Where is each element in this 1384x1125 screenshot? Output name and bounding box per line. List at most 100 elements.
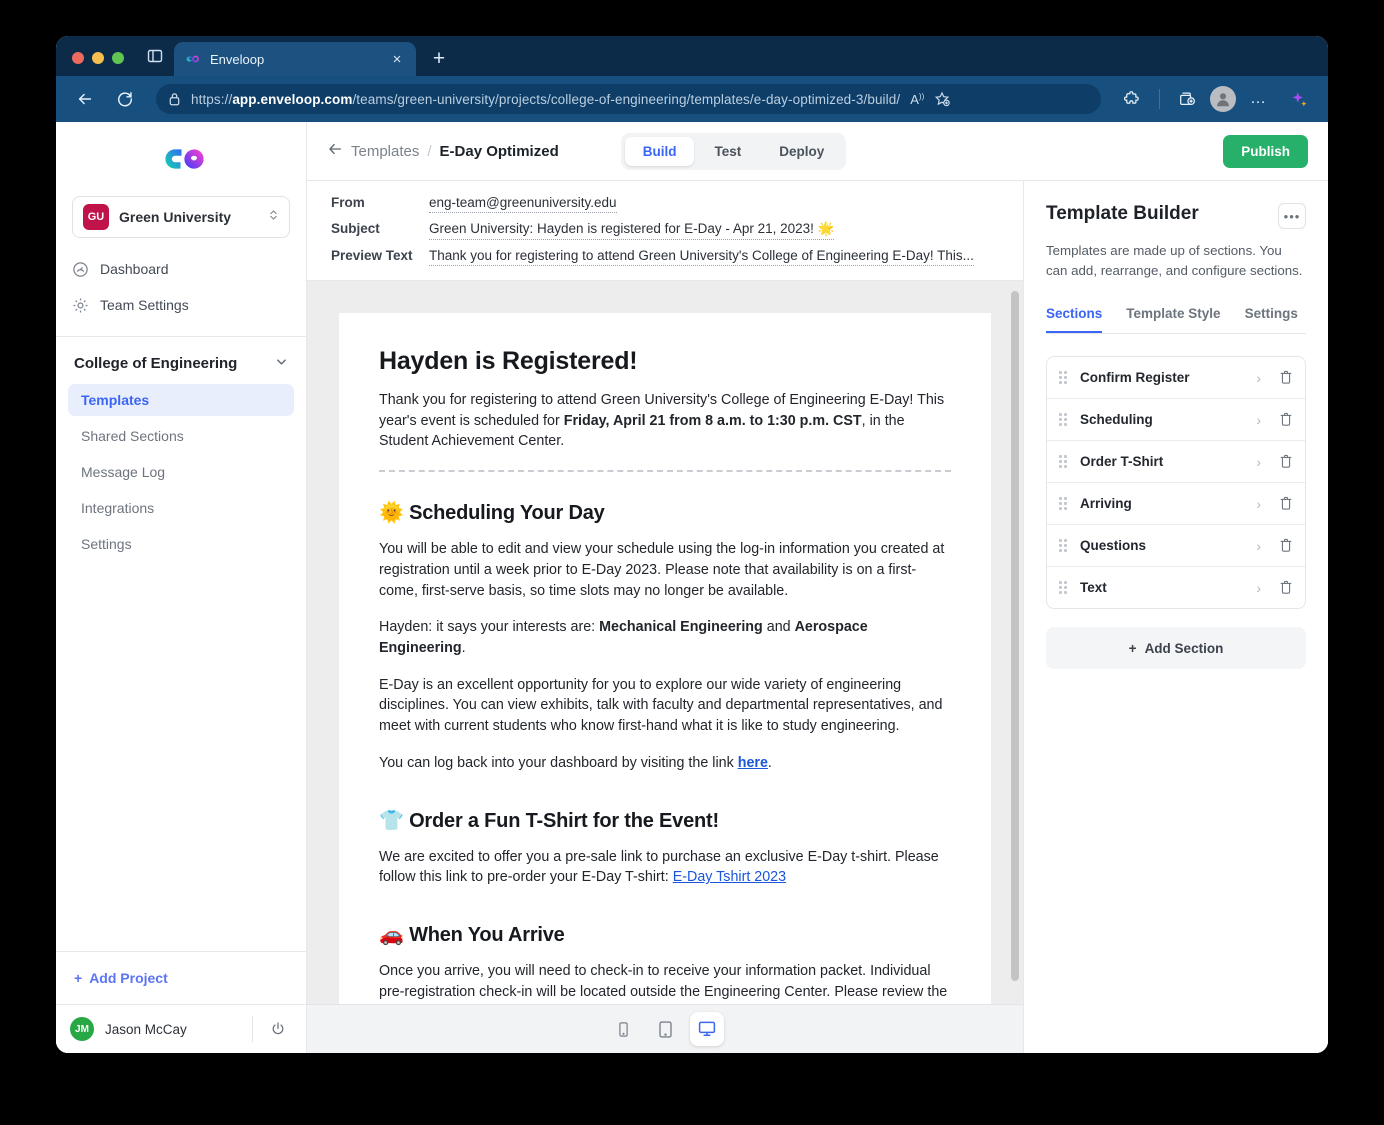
sidebar-item-templates[interactable]: Templates — [68, 384, 294, 416]
email-meta: From eng-team@greenuniversity.edu Subjec… — [307, 181, 1023, 281]
drag-handle-icon[interactable] — [1059, 454, 1068, 469]
tshirt-link[interactable]: E-Day Tshirt 2023 — [673, 869, 786, 885]
avatar: JM — [70, 1017, 94, 1041]
plus-icon: + — [74, 970, 83, 986]
close-tab-icon[interactable]: × — [388, 50, 406, 68]
close-window-button[interactable] — [72, 52, 84, 64]
tab-build[interactable]: Build — [624, 136, 695, 166]
add-favorite-icon[interactable] — [934, 91, 951, 107]
back-arrow-icon[interactable] — [68, 82, 102, 116]
from-field[interactable]: eng-team@greenuniversity.edu — [429, 195, 617, 213]
preview-scrollbar[interactable] — [1011, 291, 1019, 981]
meta-row-subject: Subject Green University: Hayden is regi… — [331, 221, 999, 240]
mode-tabs: Build Test Deploy — [620, 132, 847, 170]
tab-deploy[interactable]: Deploy — [761, 137, 842, 166]
delete-section-icon[interactable] — [1279, 370, 1293, 385]
back-arrow-icon[interactable] — [327, 141, 343, 162]
breadcrumb-parent[interactable]: Templates — [351, 143, 419, 160]
chevron-right-icon[interactable]: › — [1256, 538, 1261, 554]
sidebar-item-message-log[interactable]: Message Log — [68, 456, 294, 488]
sidebar-item-shared-sections[interactable]: Shared Sections — [68, 420, 294, 452]
preview-text-field[interactable]: Thank you for registering to attend Gree… — [429, 248, 974, 266]
collections-icon[interactable] — [1170, 82, 1204, 116]
section-label: Confirm Register — [1080, 370, 1190, 386]
minimize-window-button[interactable] — [92, 52, 104, 64]
breadcrumb-separator: / — [427, 142, 432, 160]
delete-section-icon[interactable] — [1279, 412, 1293, 427]
sidebar-item-label: Message Log — [81, 464, 166, 480]
read-aloud-icon[interactable]: A)) — [910, 92, 924, 107]
section-row-scheduling[interactable]: Scheduling › — [1047, 399, 1305, 442]
template-header: Templates / E-Day Optimized Build Test D… — [307, 122, 1328, 181]
tablet-preview-button[interactable] — [648, 1012, 682, 1046]
delete-section-icon[interactable] — [1279, 580, 1293, 595]
section-label: Arriving — [1080, 496, 1132, 512]
chevron-right-icon[interactable]: › — [1256, 412, 1261, 428]
sidebar-item-team-settings[interactable]: Team Settings — [56, 288, 306, 322]
section-label: Questions — [1080, 538, 1147, 554]
car-icon: 🚗 — [379, 922, 404, 947]
chevron-right-icon[interactable]: › — [1256, 370, 1261, 386]
browser-tab-strip: Enveloop × + — [56, 36, 1328, 76]
drag-handle-icon[interactable] — [1059, 538, 1068, 553]
drag-handle-icon[interactable] — [1059, 496, 1068, 511]
tab-sections[interactable]: Sections — [1046, 306, 1103, 334]
enveloop-logo[interactable] — [56, 122, 306, 196]
sections-list: Confirm Register › Scheduling › Order T-… — [1046, 356, 1306, 610]
add-project-button[interactable]: + Add Project — [56, 951, 306, 1004]
tab-test[interactable]: Test — [696, 137, 759, 166]
tab-settings[interactable]: Settings — [1245, 306, 1298, 333]
delete-section-icon[interactable] — [1279, 538, 1293, 553]
sidebar-item-settings[interactable]: Settings — [68, 528, 294, 560]
maximize-window-button[interactable] — [112, 52, 124, 64]
section-row-questions[interactable]: Questions › — [1047, 525, 1305, 568]
section-row-confirm-register[interactable]: Confirm Register › — [1047, 357, 1305, 400]
email-paragraph: E-Day is an excellent opportunity for yo… — [379, 676, 943, 735]
reload-icon[interactable] — [108, 82, 142, 116]
project-header[interactable]: College of Engineering — [56, 337, 306, 382]
email-section-heading-tshirt: 👕 Order a Fun T-Shirt for the Event! — [379, 807, 719, 832]
sidebar-item-integrations[interactable]: Integrations — [68, 492, 294, 524]
chevron-right-icon[interactable]: › — [1256, 580, 1261, 596]
email-editor: From eng-team@greenuniversity.edu Subjec… — [307, 181, 1024, 1053]
delete-section-icon[interactable] — [1279, 454, 1293, 469]
desktop-preview-button[interactable] — [690, 1012, 724, 1046]
preview-text-label: Preview Text — [331, 248, 413, 263]
publish-button[interactable]: Publish — [1223, 134, 1308, 168]
template-builder-panel: Template Builder ••• Templates are made … — [1024, 181, 1328, 1053]
extensions-puzzle-icon[interactable] — [1115, 82, 1149, 116]
profile-avatar-icon[interactable] — [1210, 86, 1236, 112]
power-icon[interactable] — [264, 1015, 292, 1043]
drag-handle-icon[interactable] — [1059, 370, 1068, 385]
org-switcher[interactable]: GU Green University — [72, 196, 290, 238]
browser-tab-title: Enveloop — [210, 51, 265, 67]
tab-actions-icon[interactable] — [140, 42, 170, 70]
section-row-arriving[interactable]: Arriving › — [1047, 483, 1305, 526]
section-row-text[interactable]: Text › — [1047, 567, 1305, 608]
dashboard-link[interactable]: here — [738, 755, 768, 771]
more-ellipsis-icon[interactable]: … — [1242, 82, 1276, 116]
drag-handle-icon[interactable] — [1059, 412, 1068, 427]
drag-handle-icon[interactable] — [1059, 580, 1068, 595]
tab-template-style[interactable]: Template Style — [1126, 306, 1220, 333]
section-label: Order T-Shirt — [1080, 454, 1164, 470]
copilot-sparkle-icon[interactable] — [1282, 82, 1316, 116]
subject-field[interactable]: Green University: Hayden is registered f… — [429, 221, 835, 240]
mobile-preview-button[interactable] — [606, 1012, 640, 1046]
sidebar-item-label: Templates — [81, 392, 150, 408]
device-preview-bar — [307, 1004, 1023, 1053]
user-name: Jason McCay — [105, 1021, 187, 1037]
new-tab-button[interactable]: + — [424, 43, 454, 73]
chevron-right-icon[interactable]: › — [1256, 454, 1261, 470]
address-bar[interactable]: https://app.enveloop.com/teams/green-uni… — [156, 84, 1101, 114]
builder-title: Template Builder — [1046, 203, 1199, 224]
more-ellipsis-icon[interactable]: ••• — [1278, 203, 1306, 229]
delete-section-icon[interactable] — [1279, 496, 1293, 511]
browser-tab-enveloop[interactable]: Enveloop × — [174, 42, 416, 76]
add-section-button[interactable]: + Add Section — [1046, 627, 1306, 670]
updown-chevron-icon — [268, 208, 279, 227]
section-row-order-tshirt[interactable]: Order T-Shirt › — [1047, 441, 1305, 484]
sidebar-item-label: Settings — [81, 536, 132, 552]
sidebar-item-dashboard[interactable]: Dashboard — [56, 252, 306, 286]
chevron-right-icon[interactable]: › — [1256, 496, 1261, 512]
